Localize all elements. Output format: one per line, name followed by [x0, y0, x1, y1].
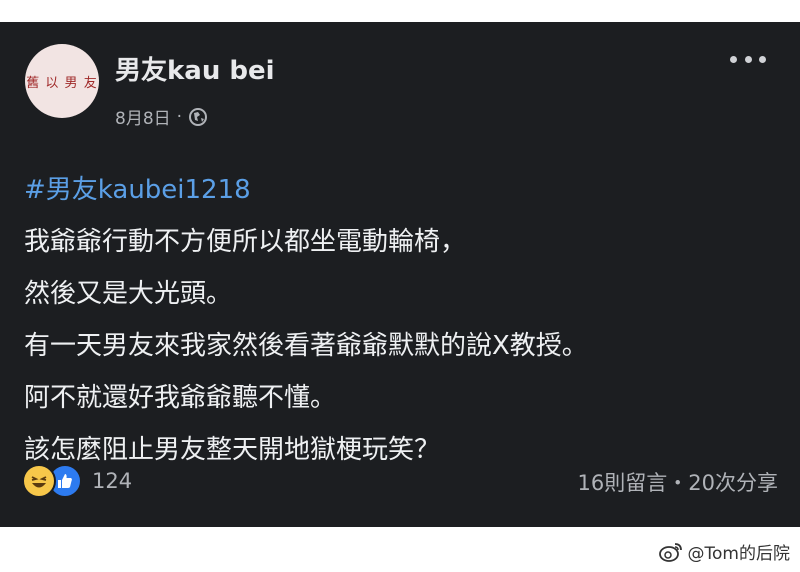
post-meta: 8月8日 ·: [115, 104, 208, 129]
post-line: 阿不就還好我爺爺聽不懂。: [24, 383, 337, 413]
reactions-summary[interactable]: 124: [22, 464, 132, 498]
hashtag-link[interactable]: #男友kaubei1218: [24, 164, 784, 216]
post-card: 舊 以 男 友 男友kau bei 8月8日 · #男友kaubei1218 我…: [0, 22, 800, 527]
haha-reaction-icon: [22, 464, 56, 498]
post-line: 我爺爺行動不方便所以都坐電動輪椅，: [24, 227, 467, 257]
comments-shares-stats[interactable]: 16則留言・20次分享: [578, 467, 778, 497]
author-name[interactable]: 男友kau bei: [115, 50, 275, 87]
post-line: 有一天男友來我家然後看著爺爺默默的說X教授。: [24, 331, 588, 361]
more-options-icon[interactable]: [730, 54, 766, 64]
post-line: 然後又是大光頭。: [24, 279, 233, 309]
watermark-text: @Tom的后院: [687, 544, 790, 564]
avatar[interactable]: 舊 以 男 友: [25, 44, 99, 118]
globe-icon: [189, 107, 208, 126]
weibo-icon: [658, 542, 682, 562]
avatar-text: 舊 以 男 友: [26, 75, 98, 91]
meta-separator: ·: [176, 106, 183, 127]
watermark: @Tom的后院: [658, 539, 790, 564]
post-date[interactable]: 8月8日: [115, 104, 171, 129]
post-body: #男友kaubei1218 我爺爺行動不方便所以都坐電動輪椅， 然後又是大光頭。…: [24, 164, 784, 476]
reaction-count: 124: [92, 469, 133, 493]
